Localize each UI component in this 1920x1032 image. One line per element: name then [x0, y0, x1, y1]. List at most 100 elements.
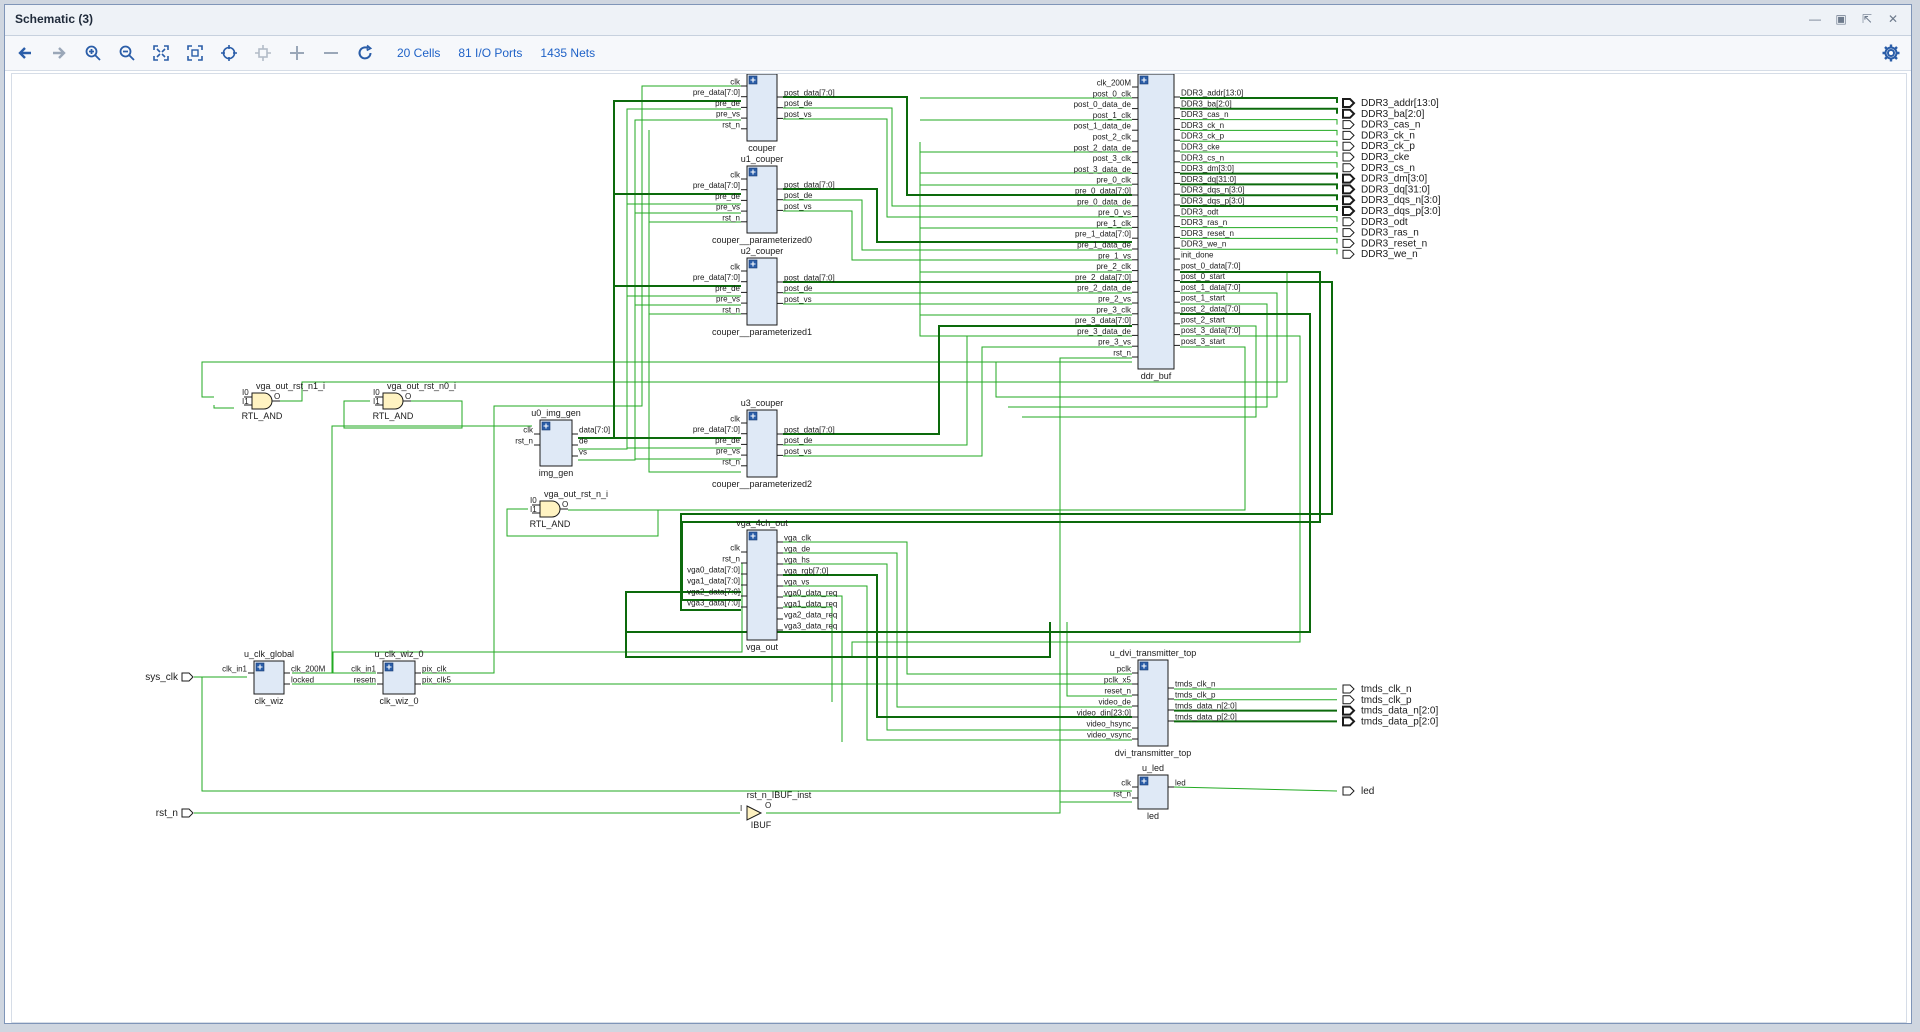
io-port[interactable]: DDR3_odt [1342, 217, 1408, 228]
close-icon[interactable]: ✕ [1885, 11, 1901, 27]
route-icon[interactable] [249, 39, 277, 67]
io-port[interactable]: rst_n [156, 808, 194, 819]
wire-net[interactable] [851, 335, 1301, 657]
pin-label: DDR3_dm[3:0] [1181, 164, 1234, 173]
nets-count-link[interactable]: 1435 Nets [540, 46, 595, 60]
io-port[interactable]: DDR3_ras_n [1342, 228, 1419, 239]
port-symbol[interactable] [1342, 152, 1355, 162]
and-gate-body[interactable] [539, 500, 561, 518]
port-symbol[interactable] [1342, 163, 1355, 173]
io-port[interactable]: DDR3_reset_n [1342, 238, 1427, 249]
io-port[interactable]: DDR3_ck_p [1342, 141, 1415, 152]
port-symbol[interactable] [1342, 228, 1355, 238]
io-port[interactable]: DDR3_cke [1342, 152, 1410, 163]
io-port[interactable]: DDR3_addr[13:0] [1342, 98, 1439, 109]
port-symbol[interactable] [1342, 120, 1355, 130]
float-icon[interactable]: ⇱ [1859, 11, 1875, 27]
fit-icon[interactable] [147, 39, 175, 67]
port-symbol[interactable] [181, 672, 194, 682]
refresh-icon[interactable] [351, 39, 379, 67]
io-ports-count-link[interactable]: 81 I/O Ports [458, 46, 522, 60]
io-port[interactable]: DDR3_cs_n [1342, 163, 1415, 174]
minimize-icon[interactable]: — [1807, 11, 1823, 27]
forward-icon[interactable] [45, 39, 73, 67]
zoom-out-icon[interactable] [113, 39, 141, 67]
ibuf-body[interactable] [746, 805, 763, 821]
zoom-in-icon[interactable] [79, 39, 107, 67]
pin-label: pre_data[7:0] [693, 181, 740, 190]
cells-count-link[interactable]: 20 Cells [397, 46, 440, 60]
port-symbol[interactable] [1342, 705, 1356, 716]
wire-net[interactable] [1066, 622, 1132, 697]
port-symbol[interactable] [1342, 141, 1355, 151]
schematic-canvas[interactable]: u0_coupercouperclkpre_data[7:0]pre_depre… [11, 73, 1907, 1023]
ibuf[interactable]: rst_n_IBUF_inst IBUF I O [740, 790, 812, 830]
collapse-icon[interactable] [317, 39, 345, 67]
port-symbol[interactable] [1342, 108, 1356, 119]
port-symbol[interactable] [1342, 184, 1356, 195]
io-port[interactable]: DDR3_dq[31:0] [1342, 184, 1430, 195]
zoom-area-icon[interactable] [181, 39, 209, 67]
port-symbol[interactable] [1342, 98, 1356, 108]
wire-net[interactable] [766, 801, 1132, 814]
wire-net[interactable] [783, 335, 1132, 446]
wire-net[interactable] [201, 361, 1132, 398]
io-port[interactable]: led [1342, 786, 1374, 797]
block-u0_img_gen[interactable]: u0_img_gen img_gen clk rst_n data[7:0] de vs [515, 408, 610, 478]
block-body[interactable] [1137, 659, 1169, 747]
target-icon[interactable] [215, 39, 243, 67]
and-gate-body[interactable] [251, 392, 273, 410]
gear-icon[interactable] [1881, 43, 1901, 63]
port-symbol[interactable] [181, 808, 194, 818]
block-u2_couper[interactable]: u2_couper couper__parameterized1 clkpre_da… [693, 246, 835, 337]
restore-icon[interactable]: ▣ [1833, 11, 1849, 27]
io-port[interactable]: DDR3_ba[2:0] [1342, 108, 1425, 120]
port-symbol[interactable] [1342, 195, 1356, 206]
io-port[interactable]: tmds_data_p[2:0] [1342, 716, 1438, 727]
expand-icon[interactable] [283, 39, 311, 67]
block-body[interactable] [746, 529, 778, 641]
io-port[interactable]: sys_clk [145, 672, 194, 683]
pin-label: post_data[7:0] [784, 274, 835, 283]
block-u_led[interactable]: u_ledledclkrst_nled [1113, 763, 1185, 821]
pin-label: clk [730, 171, 741, 180]
io-port[interactable]: DDR3_dm[3:0] [1342, 173, 1427, 185]
block-body[interactable] [1137, 74, 1175, 370]
port-symbol[interactable] [1342, 695, 1355, 705]
bus-net[interactable] [783, 325, 1132, 435]
pin-label: tmds_clk_p [1175, 691, 1216, 700]
wire-net[interactable] [1173, 786, 1338, 792]
port-symbol[interactable] [1342, 238, 1355, 248]
io-port[interactable]: DDR3_we_n [1342, 249, 1418, 260]
io-port[interactable]: DDR3_ck_n [1342, 130, 1415, 141]
port-symbol[interactable] [1342, 130, 1355, 140]
port-symbol[interactable] [1342, 684, 1355, 694]
io-port[interactable]: tmds_clk_n [1342, 684, 1412, 695]
io-port[interactable]: DDR3_cas_n [1342, 120, 1420, 131]
io-port[interactable]: tmds_clk_p [1342, 695, 1412, 706]
block-u3_couper[interactable]: u3_couper couper__parameterized2 clkpre_da… [693, 398, 835, 489]
port-symbol[interactable] [1342, 716, 1356, 727]
port-symbol[interactable] [1342, 249, 1355, 259]
wire-net[interactable] [201, 677, 1132, 792]
wire-net[interactable] [783, 346, 1132, 457]
pin-label: vga1_data_req [784, 600, 837, 609]
pin-label: post_data[7:0] [784, 426, 835, 435]
io-port[interactable]: tmds_data_n[2:0] [1342, 705, 1438, 717]
port-symbol[interactable] [1342, 786, 1355, 796]
port-symbol[interactable] [1342, 173, 1356, 184]
io-port[interactable]: DDR3_dqs_p[3:0] [1342, 206, 1441, 217]
wire-net[interactable] [292, 425, 532, 674]
block-u_clk_wiz_0[interactable]: u_clk_wiz_0 clk_wiz_0 clk_in1resetn pix_clk… [351, 649, 451, 706]
wire-net[interactable] [213, 405, 234, 409]
port-symbol[interactable] [1342, 206, 1356, 216]
pin-label: post_de [784, 436, 813, 445]
and-gate-g3[interactable]: I0I1 Ovga_out_rst_n_i RTL_AND [530, 489, 608, 529]
bus-net[interactable] [578, 100, 741, 439]
port-symbol[interactable] [1342, 217, 1355, 227]
back-icon[interactable] [11, 39, 39, 67]
io-port[interactable]: DDR3_dqs_n[3:0] [1342, 195, 1441, 206]
port-label: led [1361, 786, 1374, 797]
block-u_dvi_transmitter_top[interactable]: u_dvi_transmitter_top dvi_transmitter_top… [1077, 648, 1237, 758]
and-gate-body[interactable] [382, 392, 404, 410]
